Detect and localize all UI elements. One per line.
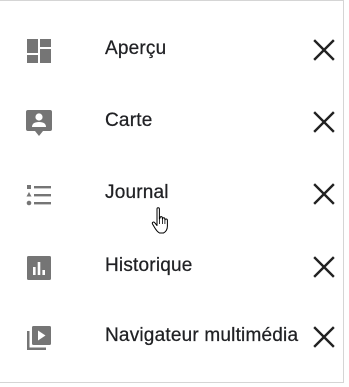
close-icon[interactable]: [312, 255, 336, 279]
person-pin-icon: [26, 110, 52, 136]
video-library-icon: [27, 326, 51, 350]
menu-item-journal[interactable]: Journal: [0, 168, 344, 216]
close-icon[interactable]: [312, 110, 336, 134]
sidebar-menu-panel: Aperçu Carte Journal Historique Navigate…: [0, 0, 344, 383]
menu-item-label: Historique: [105, 255, 193, 276]
menu-item-label: Journal: [105, 182, 169, 203]
menu-item-label: Navigateur multimédia: [105, 325, 299, 346]
menu-item-carte[interactable]: Carte: [0, 96, 344, 144]
menu-item-apercu[interactable]: Aperçu: [0, 24, 344, 72]
close-icon[interactable]: [312, 182, 336, 206]
menu-item-historique[interactable]: Historique: [0, 241, 344, 289]
close-icon[interactable]: [312, 38, 336, 62]
menu-item-navigateur-multimedia[interactable]: Navigateur multimédia: [0, 311, 344, 359]
list-icon: [26, 185, 51, 206]
menu-item-label: Aperçu: [105, 38, 167, 59]
close-icon[interactable]: [312, 325, 336, 349]
dashboard-icon: [27, 39, 51, 63]
bar-chart-icon: [27, 256, 51, 280]
menu-item-label: Carte: [105, 110, 153, 131]
